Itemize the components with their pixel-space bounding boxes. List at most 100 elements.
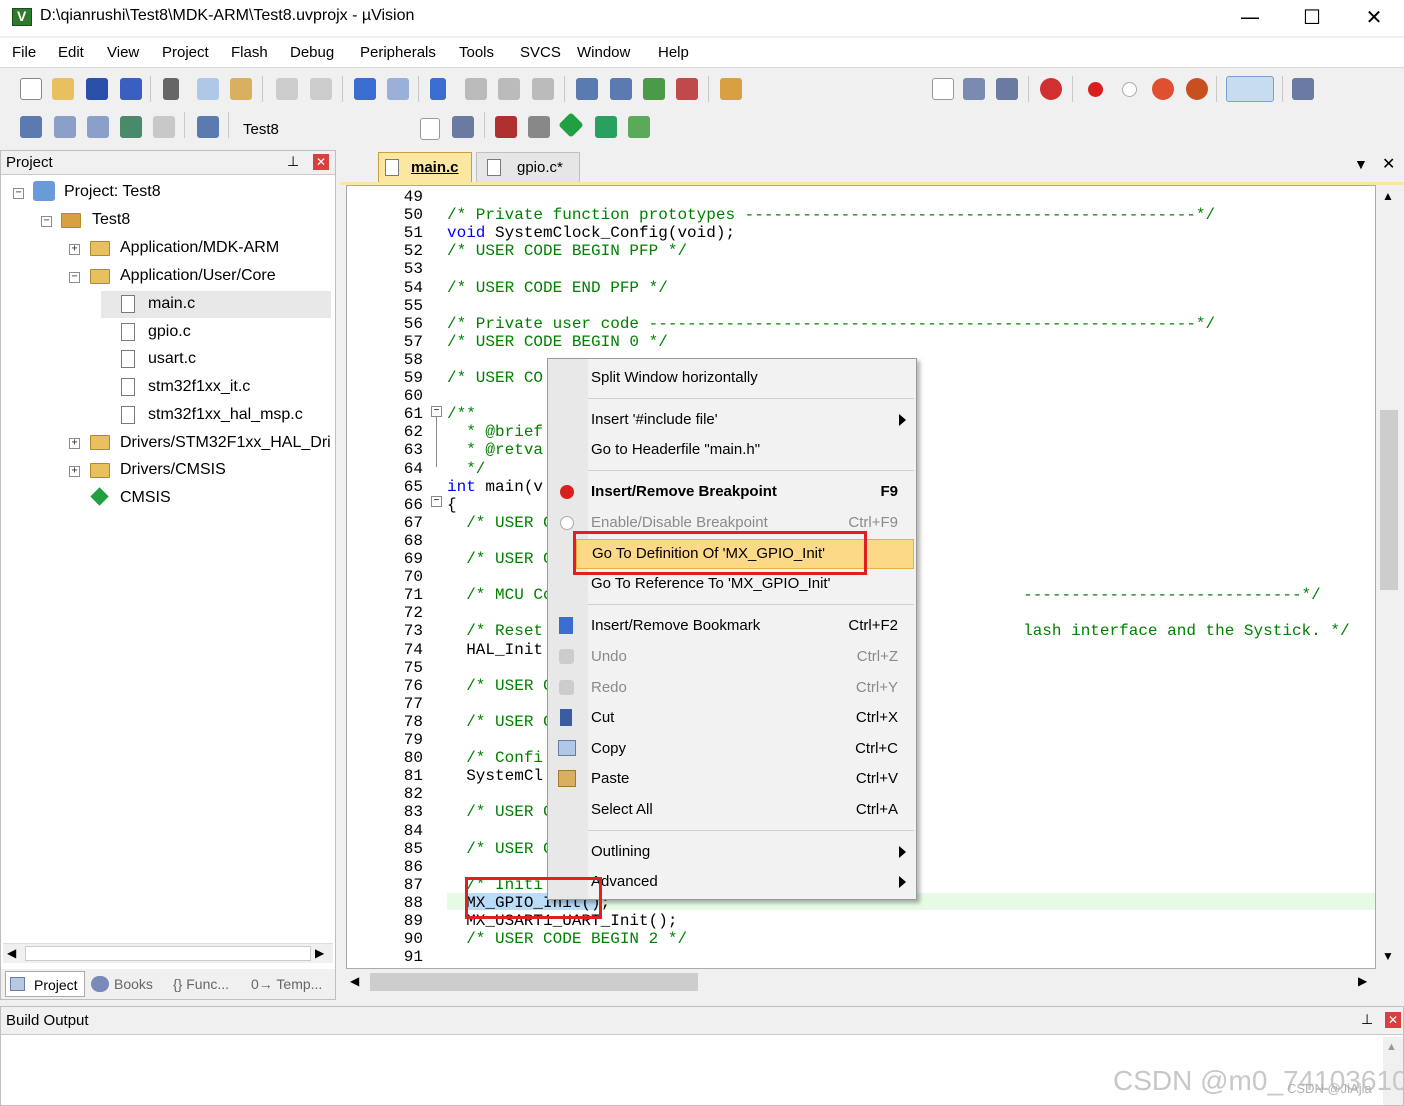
prev-bookmark-icon[interactable] — [465, 78, 487, 100]
scrollbar-thumb[interactable] — [25, 946, 311, 961]
tree-item-group[interactable]: Application/User/Core — [120, 267, 276, 285]
redo-icon[interactable] — [310, 78, 332, 100]
code-line[interactable]: * @retva — [447, 441, 543, 459]
code-line[interactable]: */ — [447, 460, 485, 478]
code-line[interactable]: /* Confi — [447, 749, 543, 767]
code-line[interactable]: /* USER C — [447, 803, 552, 821]
tab-books[interactable]: Books — [89, 971, 164, 997]
build-icon[interactable] — [54, 116, 76, 138]
editor-vertical-scrollbar[interactable]: ▲ ▼ — [1378, 185, 1400, 969]
scroll-up-icon[interactable]: ▲ — [1382, 189, 1394, 203]
download-load-icon[interactable] — [197, 116, 219, 138]
rebuild-icon[interactable] — [87, 116, 109, 138]
disable-all-breakpoints-icon[interactable] — [1152, 78, 1174, 100]
bookmark-icon[interactable] — [430, 78, 446, 100]
find-combo-dropdown-icon[interactable] — [932, 78, 954, 100]
tab-gpio-c[interactable]: gpio.c* — [476, 152, 580, 182]
code-line[interactable]: /* USER C — [447, 840, 552, 858]
code-line[interactable]: /* USER CODE BEGIN 2 */ — [447, 930, 687, 948]
undo-icon[interactable] — [276, 78, 298, 100]
close-panel-icon[interactable]: ✕ — [1385, 1012, 1401, 1028]
scroll-down-icon[interactable]: ▼ — [1382, 949, 1394, 963]
tree-item-group[interactable]: Application/MDK-ARM — [120, 239, 279, 257]
target-options-icon[interactable] — [452, 116, 474, 138]
disable-breakpoint-icon[interactable] — [1122, 82, 1137, 97]
scrollbar-thumb[interactable] — [1380, 410, 1398, 590]
collapse-icon[interactable]: − — [69, 272, 80, 283]
tab-list-dropdown-icon[interactable]: ▼ — [1354, 156, 1368, 172]
menu-item-cut[interactable]: Cut Ctrl+X — [548, 704, 916, 732]
code-line[interactable]: /* USER CODE END PFP */ — [447, 279, 668, 297]
minimize-button[interactable]: — — [1222, 2, 1278, 32]
paste-icon[interactable] — [230, 78, 252, 100]
navigate-back-icon[interactable] — [354, 78, 376, 100]
tree-item-group[interactable]: Drivers/STM32F1xx_HAL_Dri — [120, 434, 332, 452]
menu-item-undo[interactable]: Undo Ctrl+Z — [548, 643, 916, 671]
code-line[interactable]: /* USER CO — [447, 369, 543, 387]
unindent-icon[interactable] — [610, 78, 632, 100]
scroll-left-icon[interactable]: ◀ — [7, 946, 16, 960]
code-line[interactable]: int main(v — [447, 478, 543, 496]
scroll-right-icon[interactable]: ▶ — [1358, 974, 1367, 988]
kill-all-breakpoints-icon[interactable] — [1186, 78, 1208, 100]
clear-bookmarks-icon[interactable] — [532, 78, 554, 100]
scroll-left-icon[interactable]: ◀ — [350, 974, 359, 988]
indent-icon[interactable] — [576, 78, 598, 100]
menu-item-split-window[interactable]: Split Window horizontally — [548, 364, 916, 392]
tree-item-file[interactable]: stm32f1xx_it.c — [148, 378, 250, 396]
tree-item-file[interactable]: gpio.c — [148, 323, 191, 341]
tree-item-file[interactable]: main.c — [148, 295, 195, 313]
menu-edit[interactable]: Edit — [58, 44, 84, 61]
target-dropdown-chevron-icon[interactable] — [420, 118, 440, 140]
close-button[interactable]: ✕ — [1346, 2, 1402, 32]
menu-svcs[interactable]: SVCS — [520, 44, 561, 61]
tree-item-project[interactable]: Project: Test8 — [64, 183, 161, 201]
menu-item-go-to-headerfile[interactable]: Go to Headerfile "main.h" — [548, 436, 916, 464]
pin-icon[interactable]: ⊥ — [287, 153, 299, 170]
code-line[interactable]: * @brief — [447, 423, 543, 441]
code-line[interactable]: /* USER C — [447, 550, 552, 568]
code-line[interactable]: /* USER C — [447, 713, 552, 731]
configure-icon[interactable] — [1292, 78, 1314, 100]
menu-peripherals[interactable]: Peripherals — [360, 44, 436, 61]
menu-window[interactable]: Window — [577, 44, 630, 61]
select-packs-icon[interactable] — [528, 116, 550, 138]
menu-item-select-all[interactable]: Select All Ctrl+A — [548, 796, 916, 824]
menu-item-insert-remove-bookmark[interactable]: Insert/Remove Bookmark Ctrl+F2 — [548, 612, 916, 640]
code-line[interactable]: SystemCl — [447, 767, 543, 785]
next-bookmark-icon[interactable] — [498, 78, 520, 100]
manage-rte-icon[interactable] — [558, 112, 584, 138]
tree-item-component[interactable]: CMSIS — [120, 489, 171, 507]
window-layout-icon[interactable] — [1226, 76, 1274, 102]
fold-marker-icon[interactable]: − — [431, 496, 442, 507]
fold-marker-icon[interactable]: − — [431, 406, 442, 417]
code-line[interactable]: /** — [447, 405, 476, 423]
menu-debug[interactable]: Debug — [290, 44, 334, 61]
open-folder-icon[interactable] — [52, 78, 74, 100]
collapse-icon[interactable]: − — [13, 188, 24, 199]
close-panel-icon[interactable]: ✕ — [313, 154, 329, 170]
close-tab-icon[interactable]: ✕ — [1382, 154, 1395, 174]
comment-icon[interactable] — [643, 78, 665, 100]
tree-item-group[interactable]: Drivers/CMSIS — [120, 461, 226, 479]
find-in-files-icon[interactable] — [720, 78, 742, 100]
debug-session-icon[interactable] — [1040, 78, 1062, 100]
tab-templates[interactable]: 0→ Temp... — [249, 971, 333, 997]
pin-icon[interactable]: ⊥ — [1361, 1011, 1373, 1028]
translate-icon[interactable] — [20, 116, 42, 138]
editor-horizontal-scrollbar[interactable]: ◀ ▶ — [346, 970, 1378, 994]
collapse-icon[interactable]: − — [41, 216, 52, 227]
new-file-icon[interactable] — [20, 78, 42, 100]
batch-build-icon[interactable] — [120, 116, 142, 138]
code-line[interactable]: /* USER C — [447, 514, 552, 532]
code-line[interactable]: HAL_Init — [447, 641, 543, 659]
project-horizontal-scrollbar[interactable]: ◀ ▶ — [3, 943, 333, 963]
pack-installer-icon[interactable] — [595, 116, 617, 138]
copy-icon[interactable] — [197, 78, 219, 100]
menu-project[interactable]: Project — [162, 44, 209, 61]
scroll-up-icon[interactable]: ▲ — [1386, 1041, 1397, 1053]
expand-icon[interactable]: + — [69, 438, 80, 449]
tree-item-file[interactable]: usart.c — [148, 350, 196, 368]
event-recorder-icon[interactable] — [628, 116, 650, 138]
code-line[interactable]: /* Private function prototypes ---------… — [447, 206, 1215, 224]
